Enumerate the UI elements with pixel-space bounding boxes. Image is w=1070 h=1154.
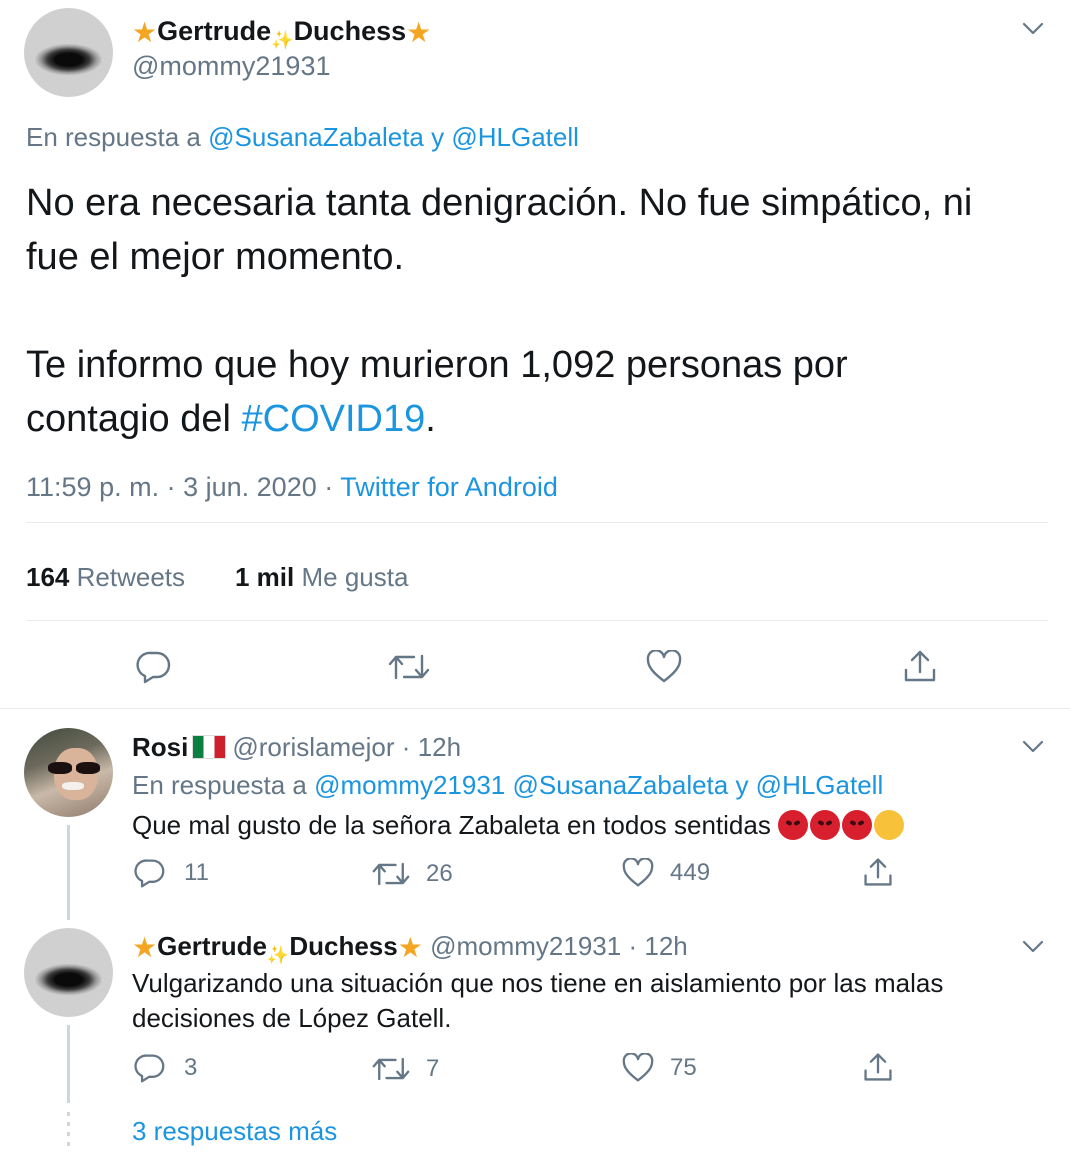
tweet-date[interactable]: 3 jun. 2020 (183, 472, 317, 502)
likes-stat[interactable]: 1 mil Me gusta (235, 560, 408, 594)
avatar[interactable] (24, 928, 113, 1017)
avatar[interactable] (24, 8, 113, 97)
thread-line (67, 825, 70, 920)
handle[interactable]: @mommy21931 (132, 50, 330, 82)
reply-text: Vulgarizando una situación que nos tiene… (132, 968, 944, 1033)
reply-icon (134, 1054, 165, 1083)
retweet-count: 7 (426, 1055, 440, 1082)
hashtag-link[interactable]: #COVID19 (242, 398, 426, 440)
retweet-icon (372, 862, 410, 886)
handle[interactable]: @rorislamejor (232, 732, 394, 762)
retweets-stat[interactable]: 164 Retweets (26, 560, 185, 594)
tweet-time[interactable]: 11:59 p. m. (26, 472, 159, 502)
star-icon: ★ (397, 932, 423, 963)
star-icon: ★ (132, 932, 158, 963)
divider (0, 708, 1070, 709)
reply-icon (134, 859, 165, 888)
star-icon: ★ (132, 17, 158, 48)
in-reply-to: En respuesta a @SusanaZabaleta y @HLGate… (26, 122, 579, 152)
display-name[interactable]: ★Gertrude✨Duchess★ (132, 931, 423, 965)
mention-link[interactable]: @SusanaZabaleta (208, 122, 424, 152)
mention-link[interactable]: @HLGatell (451, 122, 579, 152)
chevron-down-icon[interactable] (1022, 740, 1044, 754)
source-link[interactable]: Twitter for Android (340, 472, 558, 502)
heart-icon[interactable] (646, 650, 682, 684)
display-name[interactable]: Rosi (132, 732, 188, 762)
reply-count: 11 (184, 859, 209, 886)
share-icon[interactable] (862, 1051, 894, 1088)
retweet-button[interactable]: 26 (372, 860, 453, 888)
tweet-metadata: 11:59 p. m. · 3 jun. 2020 · Twitter for … (26, 472, 558, 502)
mexico-flag-icon (192, 735, 227, 759)
retweet-icon[interactable] (388, 652, 430, 682)
like-button[interactable]: 449 (622, 858, 710, 888)
reply-header: Rosi @rorislamejor · 12h (132, 732, 462, 762)
divider (26, 620, 1048, 621)
in-reply-to: En respuesta a @mommy21931 @SusanaZabale… (132, 770, 884, 800)
heart-icon (622, 1053, 654, 1082)
reply-icon[interactable] (136, 650, 172, 684)
like-count: 449 (670, 859, 711, 886)
retweet-icon (372, 1057, 410, 1081)
smiling-face-with-hearts-icon (874, 810, 905, 840)
reply-text: Que mal gusto de la señora Zabaleta en t… (132, 808, 906, 842)
angry-face-icon (778, 810, 809, 840)
share-icon[interactable] (902, 648, 938, 684)
reply-button[interactable]: 3 (134, 1053, 197, 1083)
like-count: 75 (670, 1054, 697, 1081)
thread-line (67, 1025, 70, 1103)
heart-icon (622, 858, 654, 887)
divider (26, 522, 1048, 523)
share-icon[interactable] (862, 856, 894, 893)
mention-links[interactable]: @mommy21931 @SusanaZabaleta y @HLGatell (314, 770, 883, 800)
star-icon: ★ (406, 17, 432, 48)
retweet-count: 26 (426, 860, 453, 887)
angry-face-icon (810, 810, 841, 840)
chevron-down-icon[interactable] (1022, 22, 1044, 36)
more-replies-link[interactable]: 3 respuestas más (132, 1114, 337, 1148)
reply-time[interactable]: 12h (418, 732, 461, 762)
chevron-down-icon[interactable] (1022, 940, 1044, 954)
reply-time[interactable]: 12h (644, 931, 687, 961)
handle[interactable]: @mommy21931 (430, 931, 621, 961)
tweet-text: No era necesaria tanta denigración. No f… (26, 182, 973, 440)
avatar[interactable] (24, 728, 113, 817)
reply-count: 3 (184, 1054, 198, 1081)
like-button[interactable]: 75 (622, 1053, 697, 1083)
thread-dots (67, 1112, 70, 1148)
retweet-button[interactable]: 7 (372, 1055, 439, 1083)
angry-face-icon (842, 810, 873, 840)
reply-button[interactable]: 11 (134, 858, 209, 888)
